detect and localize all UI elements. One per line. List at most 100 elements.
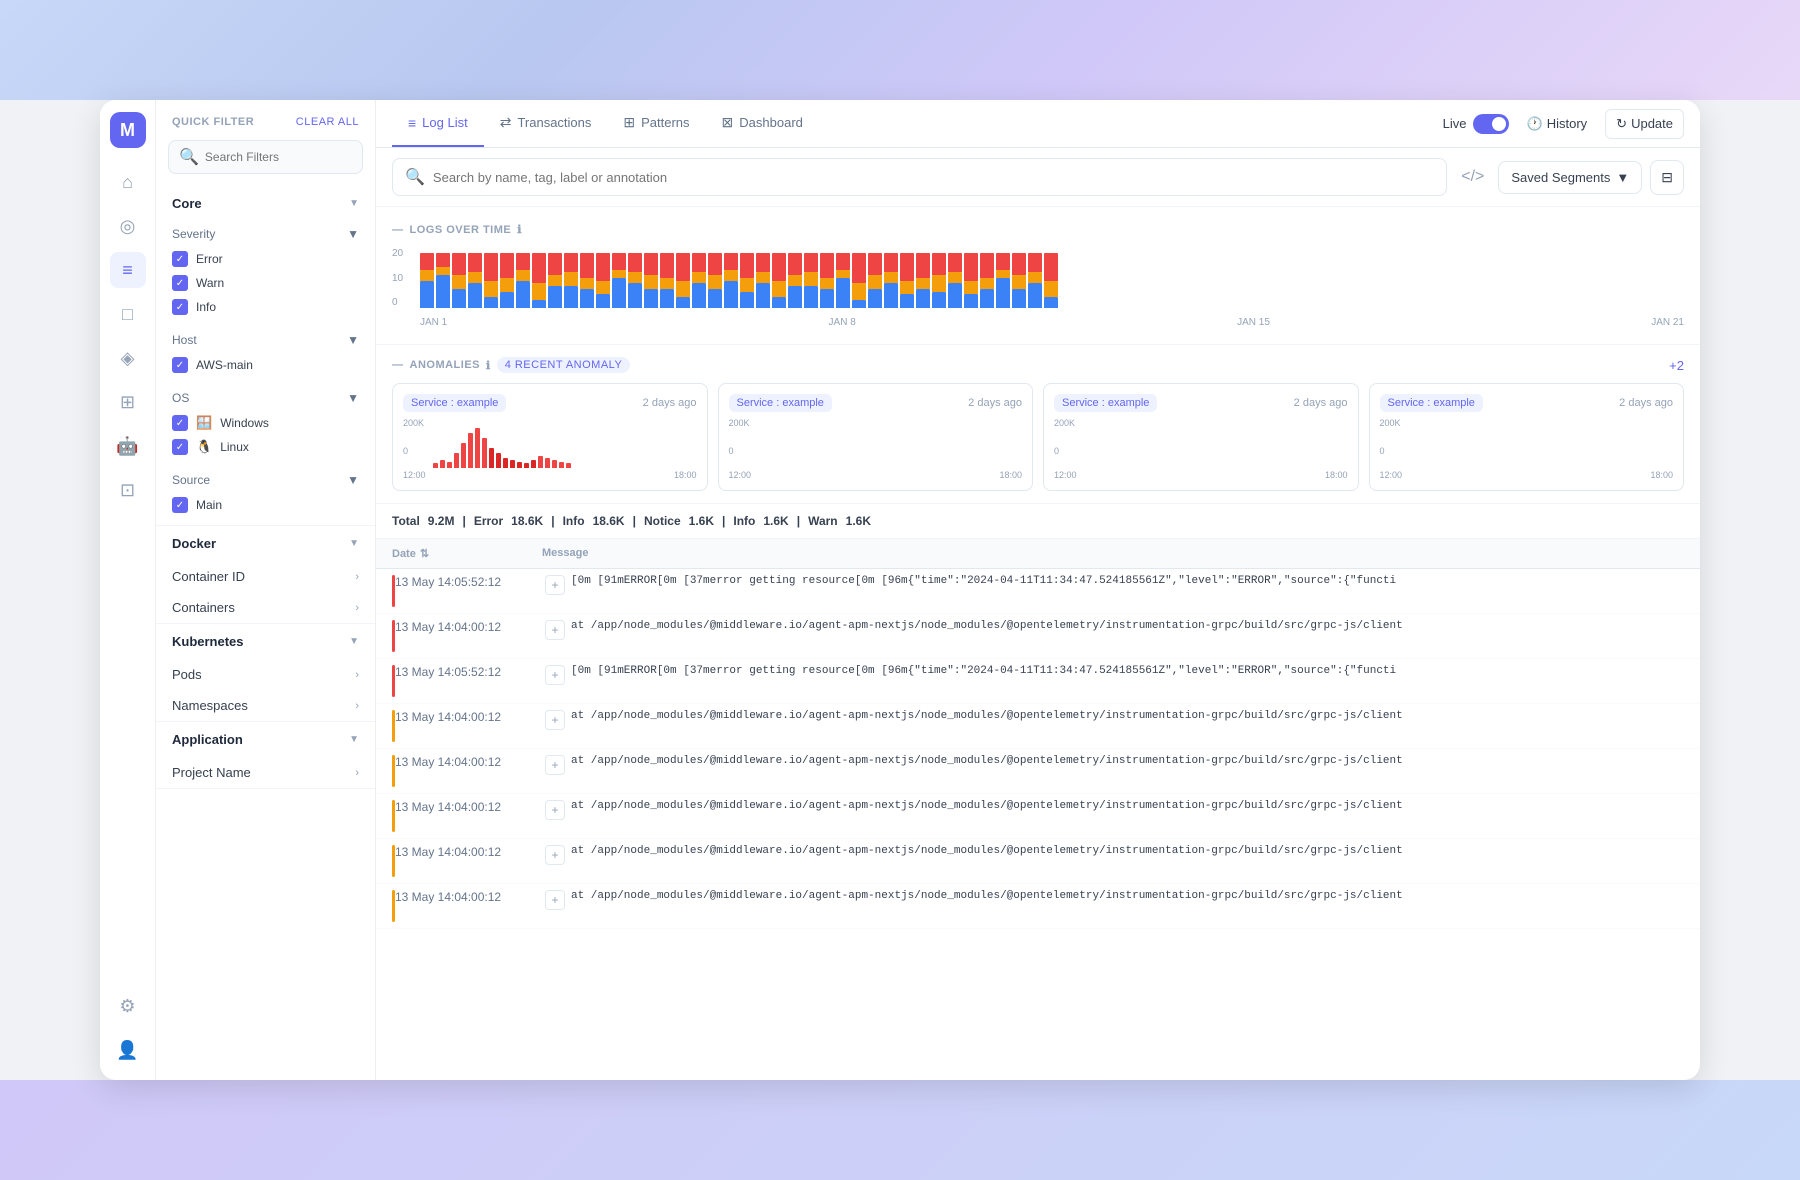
nav-icon-settings[interactable]: ⚙	[110, 988, 146, 1024]
source-header[interactable]: Source ▼	[172, 467, 359, 493]
expand-row-button[interactable]: +	[545, 710, 565, 730]
log-row[interactable]: 13 May 14:04:00:12+at /app/node_modules/…	[376, 614, 1700, 659]
filter-search-box[interactable]: 🔍	[168, 140, 363, 174]
info-checkbox[interactable]	[172, 299, 188, 315]
warn-value: 1.6K	[846, 514, 871, 528]
history-button[interactable]: 🕐 History	[1517, 110, 1598, 138]
saved-segments-dropdown[interactable]: Saved Segments ▼	[1498, 161, 1642, 194]
nav-icon-files[interactable]: □	[110, 296, 146, 332]
tab-dashboard[interactable]: ⊠ Dashboard	[706, 100, 819, 147]
filter-icon-button[interactable]: ⊟	[1650, 160, 1684, 195]
anomaly-card-3[interactable]: Service : example 2 days ago 200K 0 12:0…	[1369, 383, 1685, 491]
filter-section-kubernetes-header[interactable]: Kubernetes ▼	[156, 624, 375, 659]
anomaly-card-1[interactable]: Service : example 2 days ago 200K 0 12:0…	[718, 383, 1034, 491]
plus-more-label[interactable]: +2	[1669, 358, 1684, 373]
warn-checkbox[interactable]	[172, 275, 188, 291]
filter-item-aws[interactable]: AWS-main	[172, 353, 359, 377]
filter-section-docker-header[interactable]: Docker ▼	[156, 526, 375, 561]
live-toggle[interactable]	[1473, 114, 1509, 134]
log-row[interactable]: 13 May 14:04:00:12+at /app/node_modules/…	[376, 704, 1700, 749]
filter-item-info[interactable]: Info	[172, 295, 359, 319]
filter-section-kubernetes: Kubernetes ▼ Pods › Namespaces ›	[156, 624, 375, 722]
filter-search-input[interactable]	[205, 150, 352, 164]
host-header[interactable]: Host ▼	[172, 327, 359, 353]
update-button[interactable]: ↻ Update	[1605, 109, 1684, 139]
namespaces-filter[interactable]: Namespaces ›	[156, 690, 375, 721]
mini-bar	[545, 458, 550, 468]
error-bar	[1028, 253, 1042, 272]
expand-row-button[interactable]: +	[545, 665, 565, 685]
log-row[interactable]: 13 May 14:04:00:12+at /app/node_modules/…	[376, 794, 1700, 839]
nav-icon-monitoring[interactable]: ◎	[110, 208, 146, 244]
expand-row-button[interactable]: +	[545, 755, 565, 775]
nav-icon-analytics[interactable]: ◈	[110, 340, 146, 376]
bar-group	[836, 253, 850, 308]
mini-label-12: 12:00	[1054, 470, 1077, 480]
log-row[interactable]: 13 May 14:05:52:12+[0m [91mERROR[0m [37m…	[376, 659, 1700, 704]
info-bar	[564, 286, 578, 308]
collapse-button[interactable]: —	[392, 224, 404, 236]
log-row[interactable]: 13 May 14:04:00:12+at /app/node_modules/…	[376, 884, 1700, 929]
main-checkbox[interactable]	[172, 497, 188, 513]
log-date: 13 May 14:04:00:12	[395, 755, 545, 769]
filter-item-linux[interactable]: 🐧 Linux	[172, 435, 359, 459]
chevron-right-icon: ›	[355, 700, 359, 712]
tab-patterns[interactable]: ⊞ Patterns	[607, 100, 705, 147]
app-logo[interactable]: M	[110, 112, 146, 148]
expand-row-button[interactable]: +	[545, 575, 565, 595]
main-search-input[interactable]	[433, 170, 1434, 185]
error-checkbox[interactable]	[172, 251, 188, 267]
nav-icon-user[interactable]: 👤	[110, 1032, 146, 1068]
nav-icon-grid[interactable]: ⊞	[110, 384, 146, 420]
info-bar	[644, 289, 658, 308]
x-label-jan8: JAN 8	[829, 317, 856, 328]
nav-icon-integration[interactable]: ⊡	[110, 472, 146, 508]
filter-item-main[interactable]: Main	[172, 493, 359, 517]
info-bar	[692, 283, 706, 308]
expand-row-button[interactable]: +	[545, 620, 565, 640]
collapse-anomalies-button[interactable]: —	[392, 359, 404, 371]
anomaly-mini-chart-0: 200K 0	[403, 418, 697, 468]
log-row[interactable]: 13 May 14:04:00:12+at /app/node_modules/…	[376, 839, 1700, 884]
os-header[interactable]: OS ▼	[172, 385, 359, 411]
tab-log-list[interactable]: ≡ Log List	[392, 101, 484, 147]
expand-row-button[interactable]: +	[545, 800, 565, 820]
nav-icon-bot[interactable]: 🤖	[110, 428, 146, 464]
nav-icon-logs[interactable]: ≡	[110, 252, 146, 288]
log-row[interactable]: 13 May 14:04:00:12+at /app/node_modules/…	[376, 749, 1700, 794]
expand-row-button[interactable]: +	[545, 890, 565, 910]
bar-group	[660, 253, 674, 308]
info-bar	[628, 283, 642, 308]
filter-item-windows[interactable]: 🪟 Windows	[172, 411, 359, 435]
severity-header[interactable]: Severity ▼	[172, 221, 359, 247]
filter-item-error[interactable]: Error	[172, 247, 359, 271]
expand-row-button[interactable]: +	[545, 845, 565, 865]
log-row[interactable]: 13 May 14:05:52:12+[0m [91mERROR[0m [37m…	[376, 569, 1700, 614]
anomaly-card-2[interactable]: Service : example 2 days ago 200K 0 12:0…	[1043, 383, 1359, 491]
tab-transactions-label: Transactions	[517, 115, 591, 130]
pods-filter[interactable]: Pods ›	[156, 659, 375, 690]
filter-section-application-header[interactable]: Application ▼	[156, 722, 375, 757]
warn-bar	[500, 278, 514, 292]
filter-section-core-header[interactable]: Core ▼	[156, 186, 375, 221]
tab-transactions[interactable]: ⇄ Transactions	[484, 100, 608, 147]
clear-all-button[interactable]: Clear All	[296, 116, 359, 128]
log-message: at /app/node_modules/@middleware.io/agen…	[571, 800, 1684, 812]
project-name-filter[interactable]: Project Name ›	[156, 757, 375, 788]
y-label-20: 20	[392, 248, 416, 259]
warn-bar	[756, 272, 770, 283]
filter-item-warn[interactable]: Warn	[172, 271, 359, 295]
aws-checkbox[interactable]	[172, 357, 188, 373]
container-id-filter[interactable]: Container ID ›	[156, 561, 375, 592]
anomaly-card-0[interactable]: Service : example 2 days ago 200K 0 12:0…	[392, 383, 708, 491]
info-bar	[788, 286, 802, 308]
nav-icon-home[interactable]: ⌂	[110, 164, 146, 200]
windows-checkbox[interactable]	[172, 415, 188, 431]
main-search-box[interactable]: 🔍	[392, 158, 1447, 196]
sort-icon[interactable]: ⇅	[420, 547, 429, 560]
divider: |	[462, 514, 465, 528]
error-bar	[580, 253, 594, 278]
containers-filter[interactable]: Containers ›	[156, 592, 375, 623]
linux-checkbox[interactable]	[172, 439, 188, 455]
code-icon[interactable]: </>	[1455, 162, 1490, 192]
